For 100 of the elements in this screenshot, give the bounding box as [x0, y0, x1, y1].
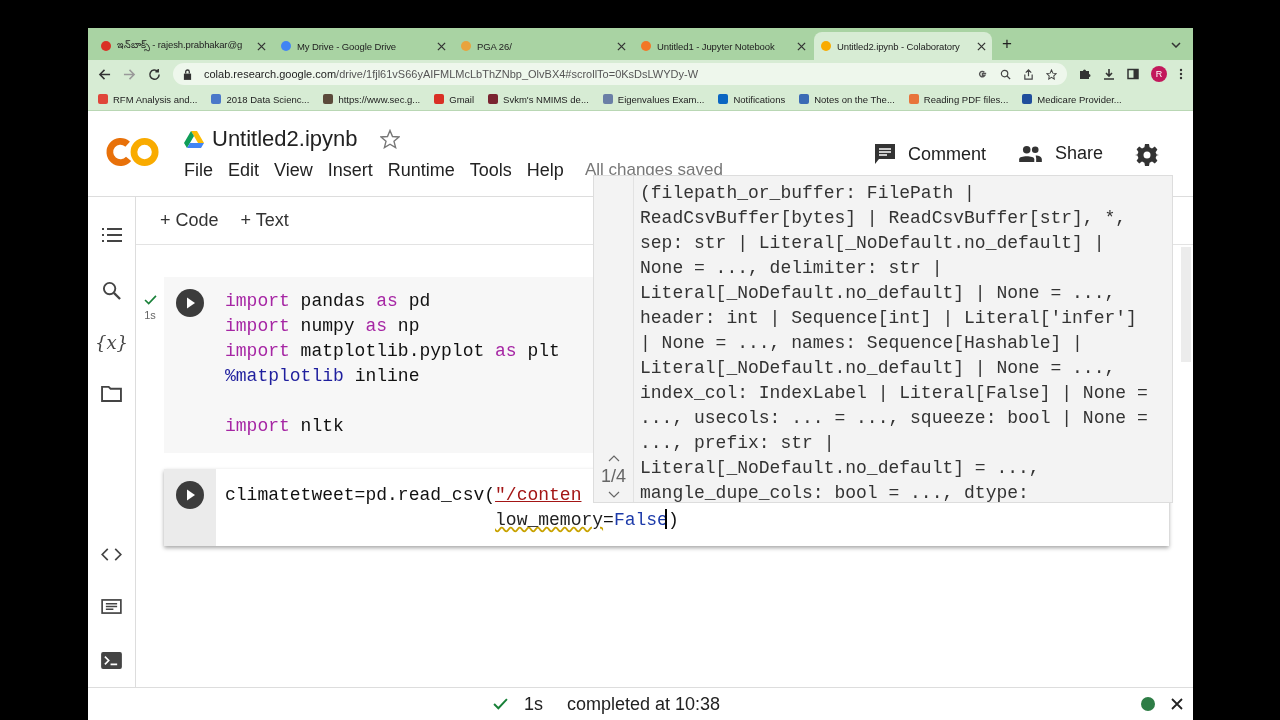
signature-line: (filepath_or_buffer: FilePath | [640, 182, 976, 205]
run-icon[interactable] [176, 481, 204, 509]
bookmark-link[interactable]: Svkm's NMIMS de... [503, 93, 589, 105]
google-icon[interactable] [977, 68, 988, 80]
settings-icon[interactable] [1135, 143, 1159, 167]
signature-line: Literal[_NoDefault.no_default] | None = ..., [640, 282, 1117, 305]
back-icon[interactable] [98, 67, 111, 81]
bookmark-link[interactable]: Medicare Provider... [1037, 93, 1122, 105]
signature-line: ReadCsvBuffer[bytes] | ReadCsvBuffer[str], *, [640, 207, 1128, 230]
sidebar-icon[interactable] [1127, 68, 1139, 80]
bookmark-link[interactable]: Notifications [733, 93, 786, 105]
address-bar[interactable]: colab.research.google.com/drive/1fjl61vS66yAIFMLMcLbThZNbp_OlvBX4#scrollTo=0KsDsLWYDy-W [173, 63, 1067, 85]
signature-line: header: int | Sequence[int] | Literal['infer'] [640, 307, 1138, 330]
close-icon[interactable] [257, 41, 266, 51]
bookmark-favicon-icon [602, 94, 613, 104]
close-icon[interactable] [1171, 698, 1183, 710]
add-cell-button[interactable]: + Text [240, 210, 289, 231]
bookmark-link[interactable]: Gmail [449, 93, 475, 105]
command-palette-icon[interactable] [101, 599, 122, 614]
signature-line: | None = ..., names: Sequence[Hashable] | [640, 332, 1084, 355]
comment-button[interactable]: Comment [873, 143, 986, 165]
close-icon[interactable] [797, 41, 806, 51]
bookmark-favicon-icon [98, 94, 108, 104]
bookmark-favicon-icon [1022, 94, 1033, 104]
bookmark-link[interactable]: Eigenvalues Exam... [617, 93, 705, 105]
save-status: All changes saved [584, 160, 723, 181]
star-icon[interactable] [379, 129, 400, 149]
new-tab-button[interactable]: + [994, 34, 1020, 60]
tab-favicon-icon [100, 40, 112, 52]
browser-tab[interactable]: ఇన్‌బాక్స్ - rajesh.prabhakar@g [94, 32, 272, 60]
code-line: %matplotlib inline [225, 366, 420, 386]
reload-icon[interactable] [148, 67, 161, 81]
tab-favicon-icon [280, 40, 292, 52]
puzzle-icon[interactable] [1079, 68, 1091, 80]
chevron-up-icon[interactable] [607, 455, 620, 462]
close-icon[interactable] [437, 41, 446, 51]
check-icon [492, 698, 508, 710]
menu-item[interactable]: View [274, 160, 313, 181]
share-icon[interactable] [1023, 68, 1034, 80]
status-message: completed at 10:38 [566, 693, 721, 715]
bookmark-favicon-icon [488, 94, 499, 104]
code-icon[interactable] [101, 548, 122, 561]
zoom-icon[interactable] [1000, 68, 1011, 80]
add-cell-button[interactable]: + Code [160, 210, 219, 231]
profile-avatar[interactable]: R [1151, 66, 1167, 82]
bookmark-favicon-icon [799, 94, 810, 104]
signature-line: ..., prefix: str | [640, 432, 836, 455]
search-icon[interactable] [102, 281, 121, 300]
browser-tab[interactable]: My Drive - Google Drive [274, 32, 452, 60]
code-line: import matplotlib.pyplot as plt [225, 341, 560, 361]
drive-icon [184, 130, 204, 148]
folder-icon[interactable] [101, 385, 122, 402]
browser-tab[interactable]: PGA 26/ [454, 32, 632, 60]
bookmark-link[interactable]: Reading PDF files... [923, 93, 1009, 105]
star-icon[interactable] [1046, 68, 1057, 80]
table-of-contents-icon[interactable] [101, 227, 122, 243]
run-icon[interactable] [176, 289, 204, 317]
execution-time: 1s [144, 309, 156, 321]
signature-line: mangle_dupe_cols: bool = ..., dtype: [640, 482, 1030, 505]
menu-item[interactable]: Help [526, 160, 564, 181]
browser-tab[interactable]: Untitled1 - Jupyter Notebook [634, 32, 812, 60]
tab-favicon-icon [820, 40, 832, 52]
execution-time: 1s [523, 693, 543, 715]
terminal-icon[interactable] [101, 652, 122, 669]
menu-item[interactable]: Insert [327, 160, 373, 181]
colab-logo-icon [106, 136, 160, 168]
chevron-down-icon[interactable] [1171, 42, 1181, 48]
menu-item[interactable]: Tools [469, 160, 512, 181]
menu-icon[interactable] [1179, 68, 1183, 80]
people-icon [1017, 145, 1043, 162]
code-line: climatetweet=pd.read_csv("/conten [225, 485, 582, 505]
chevron-down-icon[interactable] [607, 491, 620, 498]
bookmark-favicon-icon [908, 94, 919, 104]
close-icon[interactable] [977, 41, 986, 51]
bookmark-link[interactable]: Notes on the The... [814, 93, 895, 105]
tab-favicon-icon [460, 40, 472, 52]
variables-button[interactable]: {x} [94, 332, 129, 353]
overload-counter: 1/4 [601, 466, 626, 487]
bookmark-favicon-icon [211, 94, 222, 104]
comment-icon [873, 143, 896, 165]
browser-tab[interactable]: Untitled2.ipynb - Colaboratory [814, 32, 992, 60]
menu-item[interactable]: File [184, 160, 213, 181]
bookmark-favicon-icon [434, 94, 445, 104]
bookmark-favicon-icon [323, 94, 334, 104]
notebook-title[interactable]: Untitled2.ipynb [212, 126, 358, 152]
signature-line: index_col: IndexLabel | Literal[False] | None = [640, 382, 1148, 405]
code-line: low_memory=False) [495, 510, 679, 530]
menu-item[interactable]: Edit [228, 160, 260, 181]
bookmark-favicon-icon [718, 94, 729, 104]
signature-line: Literal[_NoDefault.no_default] | None = ..., [640, 357, 1117, 380]
close-icon[interactable] [617, 41, 626, 51]
share-button[interactable]: Share [1017, 143, 1103, 164]
bookmark-link[interactable]: https://www.sec.g... [338, 93, 421, 105]
bookmark-link[interactable]: RFM Analysis and... [113, 93, 198, 105]
lock-icon [183, 68, 192, 80]
download-icon[interactable] [1103, 68, 1115, 80]
signature-line: sep: str | Literal[_NoDefault.no_default] | [640, 232, 1106, 255]
bookmark-link[interactable]: 2018 Data Scienc... [226, 93, 310, 105]
menu-item[interactable]: Runtime [387, 160, 455, 181]
code-line: import pandas as pd [225, 291, 431, 311]
